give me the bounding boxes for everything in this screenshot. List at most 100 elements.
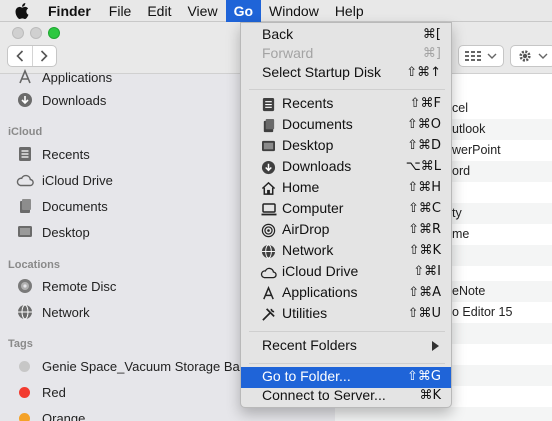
list-item[interactable] [335, 407, 552, 421]
menu-edit[interactable]: Edit [139, 0, 179, 22]
menu-window[interactable]: Window [261, 0, 327, 22]
menu-help[interactable]: Help [327, 0, 372, 22]
menu-item-shortcut: ⇧⌘F [409, 96, 441, 111]
applications-icon [260, 285, 277, 302]
menu-item-connect-to-server[interactable]: Connect to Server... ⌘K [241, 386, 451, 407]
menu-item-shortcut: ⇧⌘G [407, 369, 441, 384]
menu-item-shortcut: ⌘K [419, 388, 441, 403]
computer-icon [260, 201, 277, 218]
menu-item-desktop[interactable]: Desktop ⇧⌘D [241, 136, 451, 157]
chevron-down-icon [487, 53, 497, 59]
navigation-buttons [7, 45, 57, 67]
menu-item-shortcut: ⇧⌘D [407, 138, 441, 153]
menu-item-label: Downloads [282, 158, 352, 174]
menu-item-recent-folders[interactable]: Recent Folders [241, 336, 451, 357]
chevron-left-icon [16, 50, 24, 62]
home-icon [260, 180, 277, 197]
sidebar-item-label: iCloud Drive [42, 172, 113, 188]
menu-finder[interactable]: Finder [32, 0, 101, 22]
view-options-button[interactable] [458, 45, 504, 67]
apple-menu-icon[interactable] [12, 0, 32, 22]
menu-item-documents[interactable]: Documents ⇧⌘O [241, 115, 451, 136]
menu-file[interactable]: File [101, 0, 140, 22]
close-window-button[interactable] [12, 27, 24, 39]
menu-item-network[interactable]: Network ⇧⌘K [241, 241, 451, 262]
sidebar-item-recents[interactable]: Recents [16, 143, 90, 165]
menu-item-home[interactable]: Home ⇧⌘H [241, 178, 451, 199]
tag-color-dot [19, 360, 30, 372]
back-button[interactable] [8, 46, 32, 66]
sidebar-item-label: Documents [42, 198, 108, 214]
menu-item-recents[interactable]: Recents ⇧⌘F [241, 94, 451, 115]
sidebar-item-remote-disc[interactable]: Remote Disc [16, 275, 116, 297]
cloud-icon [260, 264, 277, 281]
sidebar-tag-red[interactable]: Red [16, 381, 66, 403]
menu-item-label: AirDrop [282, 221, 330, 237]
desktop-icon [16, 223, 34, 241]
menu-bar: Finder File Edit View Go Window Help [0, 0, 552, 22]
menu-go[interactable]: Go [225, 0, 262, 22]
menu-item-shortcut: ⇧⌘H [407, 180, 441, 195]
menu-item-label: Recents [282, 95, 334, 111]
menu-item-utilities[interactable]: Utilities ⇧⌘U [241, 304, 451, 325]
action-button[interactable] [510, 45, 552, 67]
gear-icon [519, 50, 531, 62]
tag-color-dot [19, 386, 30, 398]
disc-icon [16, 277, 34, 295]
sidebar-item-label: Downloads [42, 92, 107, 108]
documents-icon [260, 117, 277, 134]
sidebar-item-icloud-drive[interactable]: iCloud Drive [16, 169, 113, 191]
menu-item-label: Recent Folders [262, 337, 357, 353]
sidebar-tag-orange[interactable]: Orange [16, 407, 85, 421]
menu-item-shortcut: ⇧⌘O [406, 117, 441, 132]
applications-icon [16, 68, 34, 86]
menu-item-downloads[interactable]: Downloads ⌥⌘L [241, 157, 451, 178]
recents-icon [16, 145, 34, 163]
menu-item-computer[interactable]: Computer ⇧⌘C [241, 199, 451, 220]
menu-item-shortcut: ⇧⌘K [408, 243, 441, 258]
menu-view[interactable]: View [179, 0, 225, 22]
menu-item-label: Network [282, 242, 334, 258]
sidebar-item-label: Desktop [42, 224, 90, 240]
menu-item-shortcut: ⇧⌘U [407, 306, 441, 321]
zoom-window-button[interactable] [48, 27, 60, 39]
sidebar-item-network[interactable]: Network [16, 301, 90, 323]
sidebar-item-downloads[interactable]: Downloads [16, 89, 106, 111]
sidebar-item-label: Orange [42, 410, 86, 421]
menu-separator [249, 363, 445, 364]
menu-item-label: Connect to Server... [262, 387, 386, 403]
sidebar-tag-genie-space[interactable]: Genie Space_Vacuum Storage Ba [16, 355, 240, 377]
sidebar-item-applications[interactable]: Applications [16, 66, 112, 88]
menu-item-back[interactable]: Back ⌘[ [241, 25, 451, 46]
documents-icon [16, 197, 34, 215]
airdrop-icon [260, 222, 277, 239]
grid-view-icon [465, 51, 481, 61]
utilities-icon [260, 306, 277, 323]
go-menu-dropdown: Back ⌘[ Forward ⌘] Select Startup Disk ⇧… [240, 22, 452, 408]
submenu-arrow-icon [432, 341, 439, 351]
sidebar-item-documents[interactable]: Documents [16, 195, 108, 217]
forward-button[interactable] [31, 46, 56, 66]
menu-item-label: Computer [282, 200, 344, 216]
menu-item-label: Documents [282, 116, 353, 132]
minimize-window-button[interactable] [30, 27, 42, 39]
desktop-icon [260, 138, 277, 155]
menu-item-forward: Forward ⌘] [241, 44, 451, 65]
menu-item-label: iCloud Drive [282, 263, 359, 279]
menu-item-label: Desktop [282, 137, 334, 153]
sidebar-item-label: Genie Space_Vacuum Storage Ba [42, 358, 240, 374]
menu-item-select-startup-disk[interactable]: Select Startup Disk ⇧⌘↑ [241, 63, 451, 84]
menu-item-label: Home [282, 179, 320, 195]
downloads-icon [260, 159, 277, 176]
downloads-icon [16, 91, 34, 109]
menu-item-shortcut: ⌘[ [422, 27, 441, 42]
menu-item-go-to-folder[interactable]: Go to Folder... ⇧⌘G [241, 367, 451, 388]
sidebar-item-desktop[interactable]: Desktop [16, 221, 90, 243]
network-icon [260, 243, 277, 260]
sidebar-header-locations: Locations [8, 259, 60, 271]
menu-item-label: Back [262, 26, 294, 42]
menu-item-shortcut: ⌥⌘L [405, 159, 441, 174]
menu-item-icloud-drive[interactable]: iCloud Drive ⇧⌘I [241, 262, 451, 283]
menu-item-applications[interactable]: Applications ⇧⌘A [241, 283, 451, 304]
menu-item-airdrop[interactable]: AirDrop ⇧⌘R [241, 220, 451, 241]
